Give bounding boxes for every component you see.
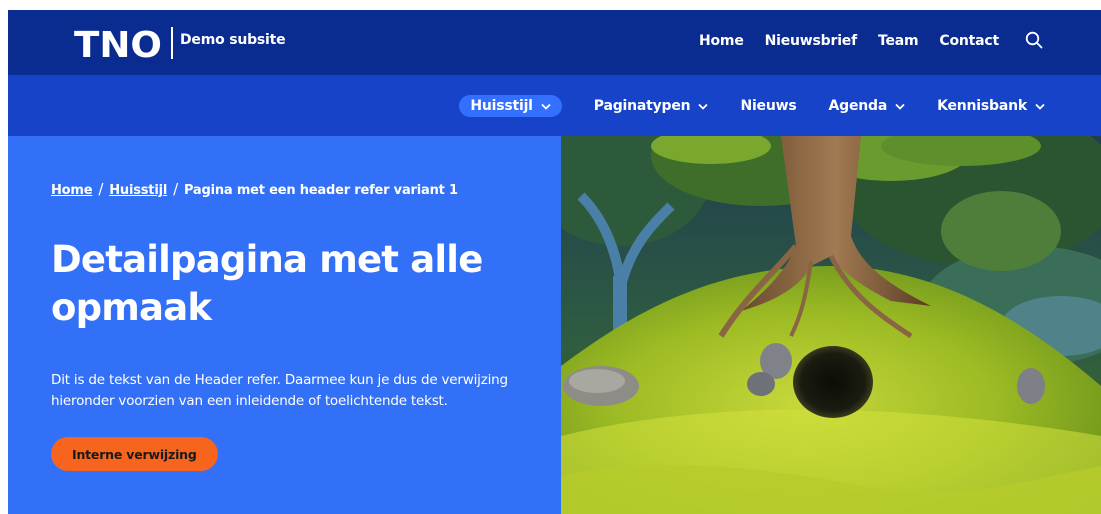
mainnav-item-label: Kennisbank bbox=[937, 98, 1027, 114]
topnav-team[interactable]: Team bbox=[878, 33, 919, 49]
breadcrumb-separator: / bbox=[98, 180, 104, 198]
tno-logo[interactable]: TNO bbox=[74, 29, 162, 59]
mainnav-item-huisstijl[interactable]: Huisstijl bbox=[459, 95, 562, 117]
subsite-name[interactable]: Demo subsite bbox=[180, 32, 286, 48]
hero-intro-text: Dit is de tekst van de Header refer. Daa… bbox=[51, 372, 508, 409]
top-bar: TNO Demo subsite Home Nieuwsbrief Team C… bbox=[8, 10, 1101, 75]
logo-divider bbox=[171, 27, 173, 59]
search-icon[interactable] bbox=[1025, 31, 1043, 49]
forest-scene-image bbox=[561, 136, 1101, 514]
mainnav-item-label: Nieuws bbox=[740, 98, 797, 114]
main-navigation-items: Huisstijl Paginatypen Nieuws Agenda Kenn… bbox=[459, 95, 1045, 117]
chevron-down-icon bbox=[1035, 103, 1045, 110]
chevron-down-icon bbox=[698, 103, 709, 110]
mainnav-item-agenda[interactable]: Agenda bbox=[828, 98, 905, 114]
breadcrumb-separator: / bbox=[173, 180, 178, 198]
breadcrumb-huisstijl[interactable]: Huisstijl bbox=[109, 183, 167, 198]
breadcrumb-current: Pagina met een header refer variant 1 bbox=[183, 183, 458, 198]
internal-link-button[interactable]: Interne verwijzing bbox=[51, 437, 218, 471]
topnav-home[interactable]: Home bbox=[699, 33, 744, 49]
mainnav-item-label: Paginatypen bbox=[593, 98, 691, 114]
breadcrumb: Home / Huisstijl / Pagina met een header ref… bbox=[51, 180, 458, 198]
chevron-down-icon bbox=[895, 103, 905, 110]
topnav-nieuwsbrief[interactable]: Nieuwsbrief bbox=[765, 33, 858, 49]
hero-panel: Home / Huisstijl / Pagina met een header ref… bbox=[8, 136, 561, 514]
mainnav-item-label: Huisstijl bbox=[470, 98, 533, 114]
page-frame: TNO Demo subsite Home Nieuwsbrief Team C… bbox=[8, 10, 1101, 514]
main-navigation: Huisstijl Paginatypen Nieuws Agenda Kenn… bbox=[8, 75, 1101, 136]
breadcrumb-home[interactable]: Home bbox=[51, 183, 93, 198]
topnav-contact[interactable]: Contact bbox=[939, 33, 999, 49]
page-title: Detailpagina met alle opmaak bbox=[51, 238, 483, 329]
svg-text:TNO: TNO bbox=[74, 29, 162, 59]
mainnav-item-nieuws[interactable]: Nieuws bbox=[740, 98, 796, 114]
mainnav-item-label: Agenda bbox=[828, 98, 888, 114]
mainnav-item-kennisbank[interactable]: Kennisbank bbox=[937, 98, 1045, 114]
mainnav-item-paginatypen[interactable]: Paginatypen bbox=[594, 98, 709, 114]
chevron-down-icon bbox=[541, 103, 551, 110]
hero-image bbox=[561, 136, 1101, 514]
top-navigation: Home Nieuwsbrief Team Contact bbox=[678, 31, 1043, 50]
